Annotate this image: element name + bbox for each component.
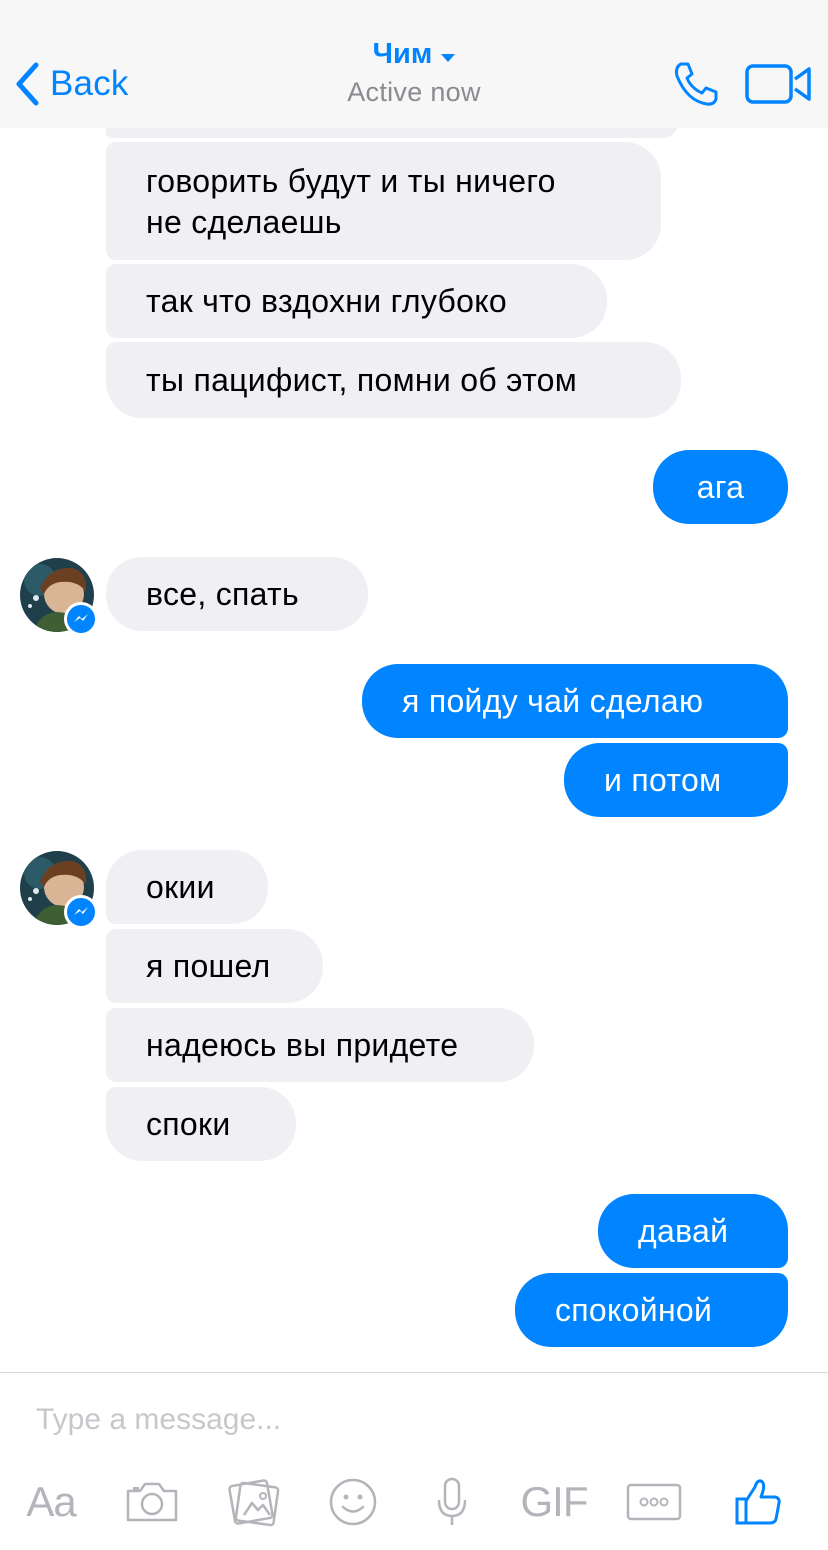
message-bubble-incoming[interactable]: говорить будут и ты ничего не сделаешь	[106, 142, 661, 260]
message-bubble-outgoing[interactable]: спокойной	[515, 1273, 788, 1347]
smiley-icon[interactable]	[326, 1472, 380, 1532]
more-dots-icon[interactable]	[626, 1472, 682, 1532]
message-text: окии	[146, 868, 215, 905]
message-text: спокойной	[555, 1291, 713, 1328]
message-text: так что вздохни глубоко	[146, 282, 507, 319]
message-text: все, спать	[146, 575, 299, 612]
messenger-badge-icon	[64, 895, 98, 929]
message-input[interactable]: Type a message...	[36, 1398, 736, 1442]
composer-divider	[0, 1372, 828, 1373]
messenger-badge-icon	[64, 602, 98, 636]
message-text: и потом	[604, 761, 722, 798]
contact-name: Чим	[372, 38, 433, 70]
phone-icon[interactable]	[672, 61, 720, 112]
message-bubble-incoming[interactable]: так что вздохни глубоко	[106, 264, 607, 338]
message-text: ты пацифист, помни об этом	[146, 361, 578, 398]
caret-down-icon	[432, 38, 456, 71]
message-bubble-incoming[interactable]: споки	[106, 1087, 296, 1161]
message-text: споки	[146, 1105, 231, 1142]
contact-name-button[interactable]: Чим	[373, 38, 456, 71]
message-text: давай	[638, 1212, 729, 1249]
text-format-button[interactable]: Aa	[22, 1472, 80, 1532]
aa-label: Aa	[26, 1478, 76, 1525]
chat-screen: говорить будут и ты ничего не сделаешь т…	[0, 0, 828, 1550]
message-bubble-outgoing[interactable]: и потом	[564, 743, 788, 817]
message-bubble-outgoing[interactable]: я пойду чай сделаю	[362, 664, 788, 738]
photo-gallery-icon[interactable]	[226, 1472, 282, 1532]
message-text: я пошел	[146, 947, 271, 984]
microphone-icon[interactable]	[434, 1472, 470, 1532]
message-text: ага	[696, 468, 745, 505]
gif-button[interactable]: GIF	[518, 1472, 590, 1532]
message-bubble-incoming[interactable]: окии	[106, 850, 268, 924]
camera-icon[interactable]	[124, 1472, 180, 1532]
message-text-line: не сделаешь	[146, 204, 342, 240]
message-text: я пойду чай сделаю	[402, 682, 704, 719]
message-bubble-incoming[interactable]: все, спать	[106, 557, 368, 631]
message-bubble-incoming[interactable]: ты пацифист, помни об этом	[106, 342, 681, 418]
chat-header: Back Чим Active now	[0, 0, 828, 128]
message-text-line: говорить будут и ты ничего	[146, 163, 556, 199]
message-bubble-incoming[interactable]: надеюсь вы придете	[106, 1008, 534, 1082]
message-bubble-incoming[interactable]: я пошел	[106, 929, 323, 1003]
message-bubble-outgoing[interactable]: давай	[598, 1194, 788, 1268]
thumbs-up-icon[interactable]	[732, 1472, 784, 1532]
video-camera-icon[interactable]	[745, 64, 813, 109]
message-bubble-outgoing[interactable]: ага	[653, 450, 788, 524]
gif-label: GIF	[520, 1478, 589, 1525]
message-text: надеюсь вы придете	[146, 1026, 459, 1063]
